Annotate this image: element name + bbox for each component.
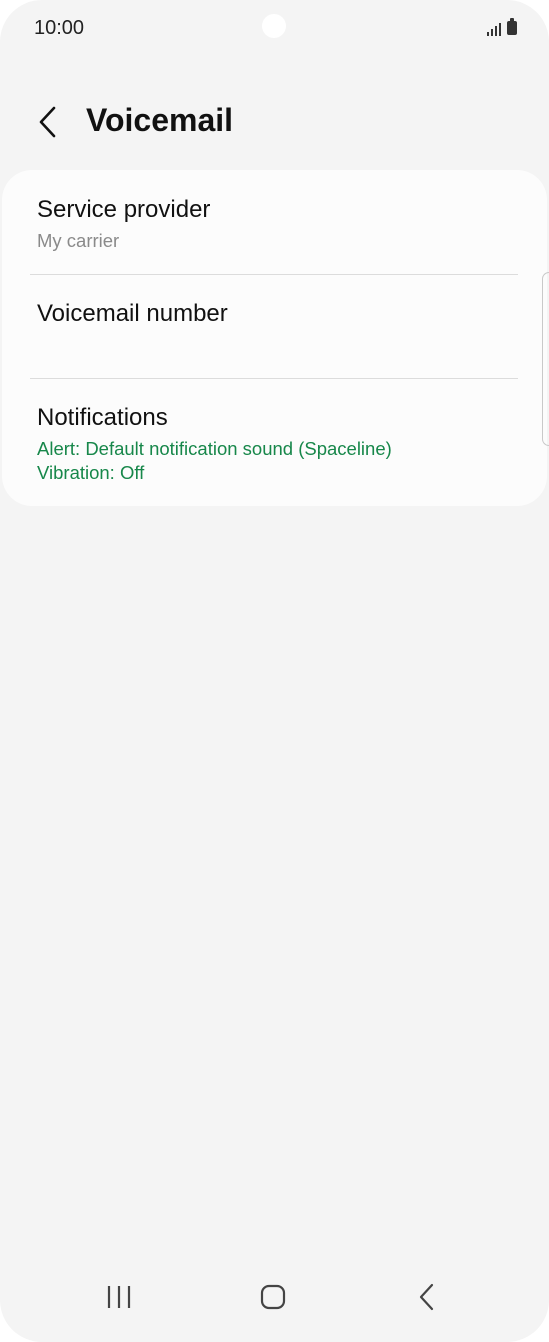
notification-vibration-status: Vibration: Off (37, 462, 145, 483)
setting-title: Service provider (37, 196, 211, 223)
nav-back-button[interactable] (397, 1272, 457, 1322)
recent-apps-icon (107, 1286, 131, 1308)
back-button[interactable] (28, 102, 68, 142)
chevron-left-icon (39, 106, 56, 138)
setting-service-provider[interactable]: Service provider My carrier (2, 170, 547, 274)
notification-alert-status: Alert: Default notification sound (Space… (37, 438, 392, 459)
page-title: Voicemail (86, 102, 234, 138)
home-icon (260, 1284, 286, 1310)
setting-title: Notifications (37, 404, 168, 431)
phone-screen: 10:00 Voicemail Service provider My carr… (0, 0, 549, 1342)
battery-icon (507, 18, 517, 35)
settings-card: Service provider My carrier Voicemail nu… (2, 170, 547, 506)
status-bar: 10:00 (0, 0, 549, 58)
status-icons (487, 18, 517, 36)
status-time: 10:00 (34, 17, 85, 39)
front-camera (262, 14, 286, 38)
scroll-indicator[interactable] (542, 272, 549, 446)
home-button[interactable] (243, 1272, 303, 1322)
recent-apps-button[interactable] (89, 1272, 149, 1322)
setting-notifications[interactable]: Notifications Alert: Default notificatio… (2, 378, 547, 506)
back-icon (419, 1283, 434, 1311)
navigation-bar (0, 1262, 549, 1342)
setting-title: Voicemail number (37, 300, 228, 327)
signal-icon (487, 20, 501, 36)
app-header: Voicemail (0, 90, 549, 154)
setting-subtitle: My carrier (37, 230, 120, 251)
setting-voicemail-number[interactable]: Voicemail number (2, 274, 547, 378)
